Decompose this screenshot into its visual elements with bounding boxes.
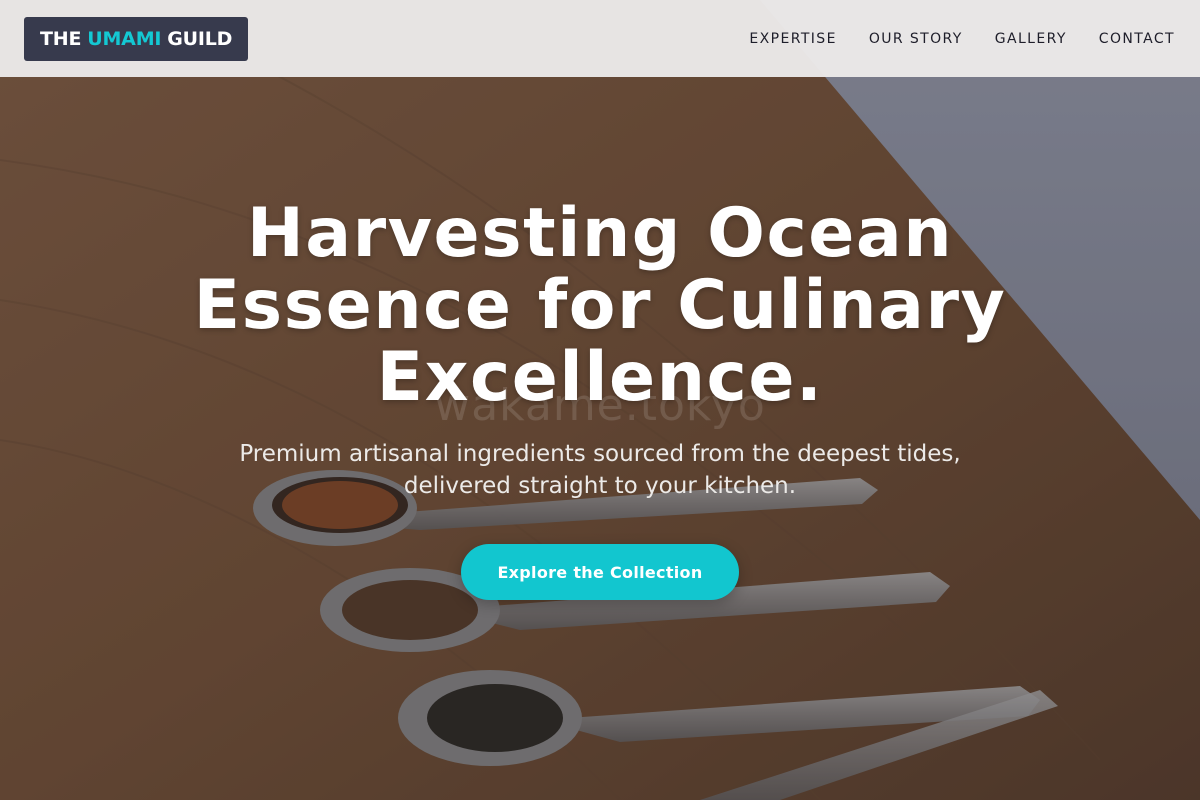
hero-section: wakame.tokyo Harvesting Ocean Essence fo… [0,0,1200,800]
hero-title: Harvesting Ocean Essence for Culinary Ex… [193,194,1007,417]
hero-subtitle: Premium artisanal ingredients sourced fr… [239,441,961,499]
explore-collection-button[interactable]: Explore the Collection [461,544,739,600]
